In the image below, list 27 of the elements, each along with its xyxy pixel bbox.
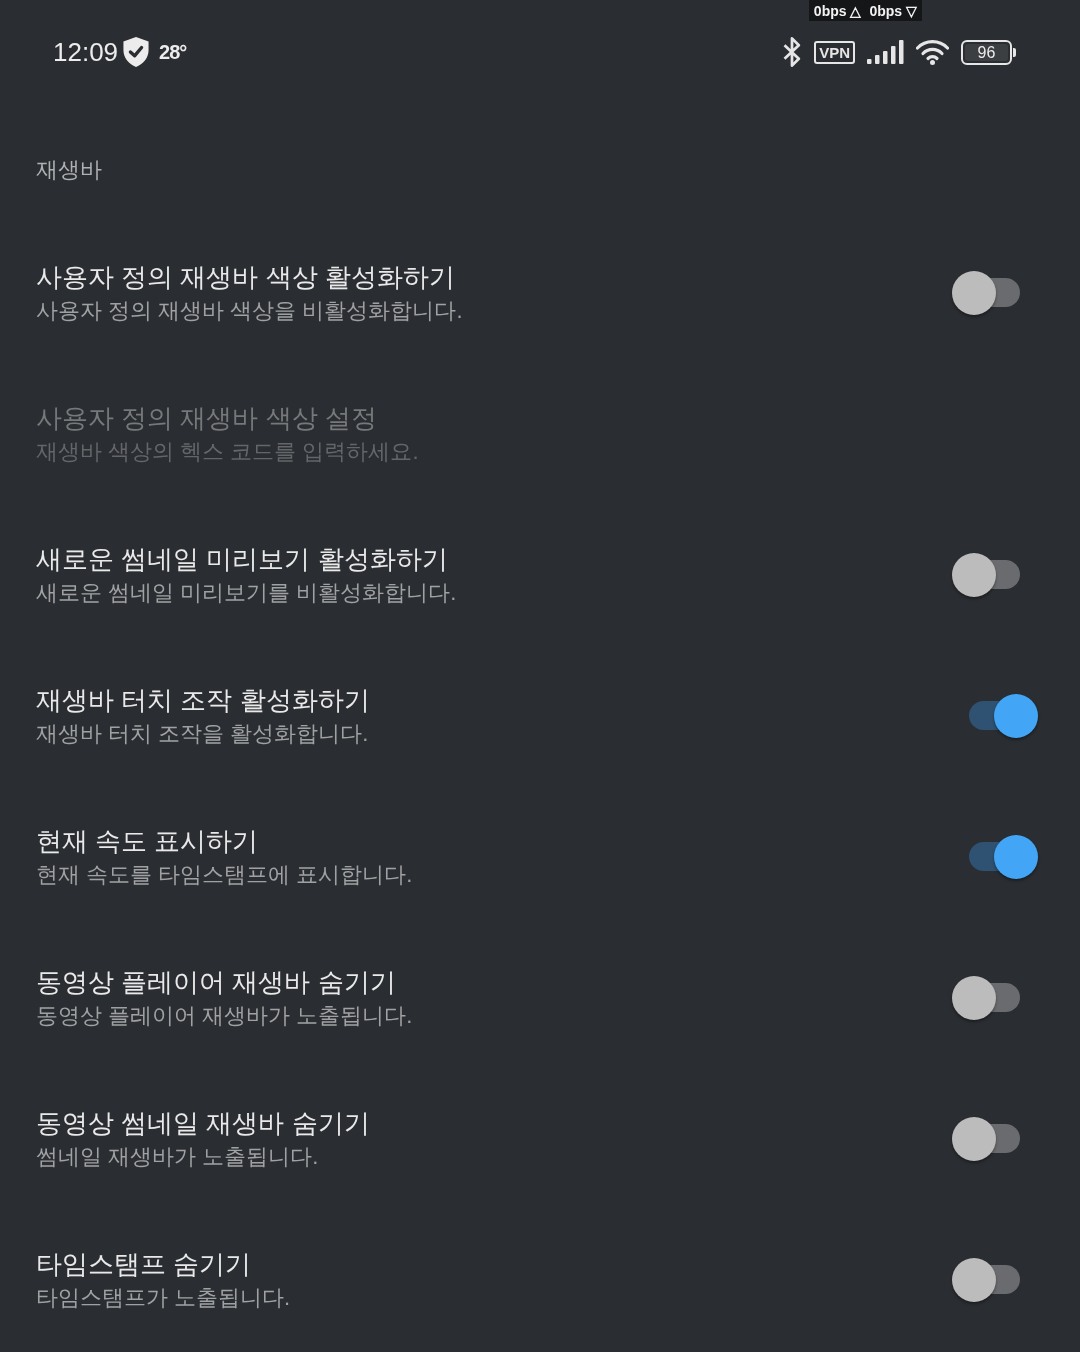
setting-summary: 타임스탬프가 노출됩니다. bbox=[36, 1283, 291, 1312]
setting-summary: 재생바 색상의 헥스 코드를 입력하세요. bbox=[36, 437, 419, 466]
signal-bars-icon bbox=[867, 40, 904, 64]
clock-time: 12:09 bbox=[53, 36, 119, 68]
wifi-icon bbox=[916, 39, 949, 65]
setting-title: 동영상 썸네일 재생바 숨기기 bbox=[36, 1106, 370, 1140]
vpn-badge: VPN bbox=[814, 40, 855, 64]
setting-summary: 사용자 정의 재생바 색상을 비활성화합니다. bbox=[36, 296, 463, 325]
setting-summary: 썸네일 재생바가 노출됩니다. bbox=[36, 1142, 319, 1171]
setting-title: 사용자 정의 재생바 색상 설정 bbox=[36, 401, 377, 435]
setting-summary: 현재 속도를 타임스탬프에 표시합니다. bbox=[36, 860, 413, 889]
setting-title: 사용자 정의 재생바 색상 활성화하기 bbox=[36, 260, 455, 294]
setting-title: 타임스탬프 숨기기 bbox=[36, 1247, 252, 1281]
battery-percentage: 96 bbox=[965, 43, 1008, 61]
setting-summary: 재생바 터치 조작을 활성화합니다. bbox=[36, 719, 369, 748]
setting-summary: 새로운 썸네일 미리보기를 비활성화합니다. bbox=[36, 578, 457, 607]
setting-title: 새로운 썸네일 미리보기 활성화하기 bbox=[36, 542, 448, 576]
upload-speed: 0bps △ bbox=[813, 2, 862, 19]
setting-title: 현재 속도 표시하기 bbox=[36, 824, 259, 858]
temperature: 28° bbox=[159, 40, 187, 64]
bluetooth-icon bbox=[782, 37, 803, 67]
setting-title: 동영상 플레이어 재생바 숨기기 bbox=[36, 965, 396, 999]
section-header: 재생바 bbox=[36, 157, 102, 182]
setting-summary: 동영상 플레이어 재생바가 노출됩니다. bbox=[36, 1001, 413, 1030]
shield-check-icon bbox=[122, 37, 151, 67]
download-speed: 0bps ▽ bbox=[869, 2, 917, 19]
setting-title: 재생바 터치 조작 활성화하기 bbox=[36, 683, 370, 717]
